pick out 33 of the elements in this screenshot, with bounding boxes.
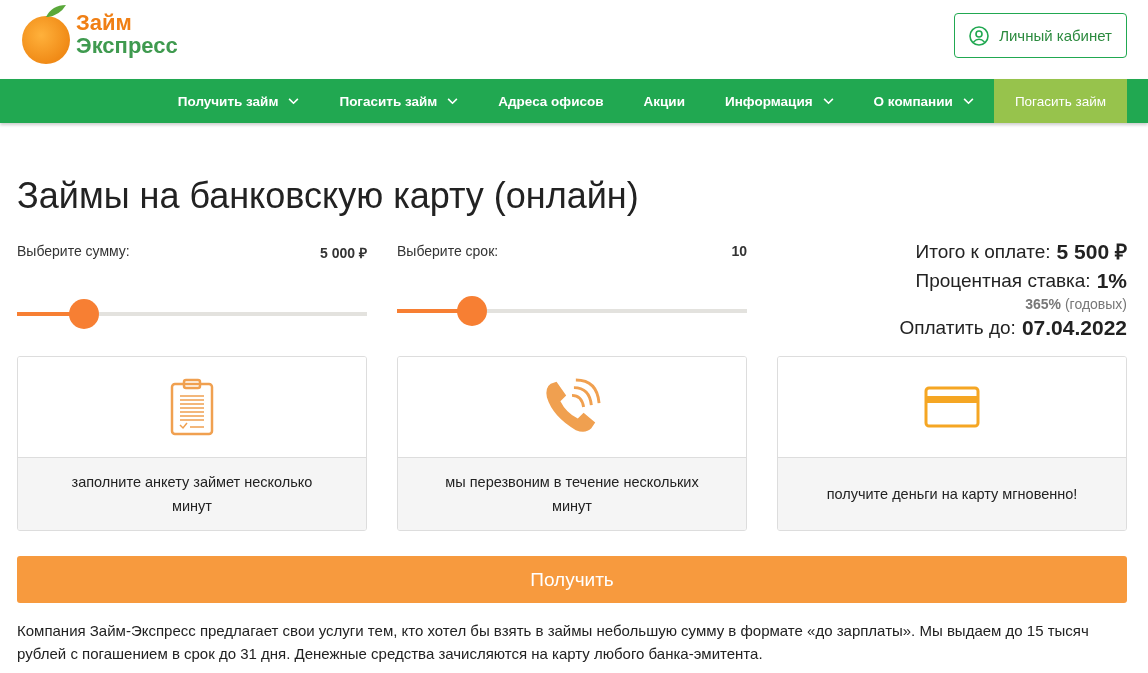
logo-text: Экспресс — [76, 33, 178, 57]
step-text: мы перезвоним в течение нескольких минут — [444, 473, 700, 516]
logo-text: Займ — [76, 10, 133, 34]
rate-label: Процентная ставка: — [915, 269, 1091, 293]
nav-item[interactable]: О компании — [853, 79, 994, 123]
slider-value: 5 000 ₽ — [320, 244, 367, 262]
nav-item[interactable]: Получить займ — [177, 79, 320, 123]
clipboard-icon — [170, 378, 214, 436]
account-button[interactable]: Личный кабинет — [954, 13, 1127, 58]
annual-rate: 365% (годовых) — [1025, 295, 1127, 313]
nav-item[interactable]: Погасить займ — [993, 79, 1127, 123]
slider[interactable] — [17, 299, 367, 329]
total-label: Итого к оплате: — [915, 240, 1051, 264]
nav-item[interactable]: Погасить займ — [319, 79, 479, 123]
nav-item[interactable]: Информация — [704, 79, 854, 123]
total-value: 5 500 ₽ — [1056, 239, 1127, 265]
slider[interactable] — [397, 296, 747, 326]
nav-item[interactable]: Акции — [623, 79, 705, 123]
step-text: заполните анкету займет несколько минут — [70, 473, 314, 516]
card-icon — [924, 386, 980, 428]
nav-item[interactable]: Адреса офисов — [478, 79, 624, 123]
slider-label: Выберите срок: — [397, 243, 499, 259]
due-label: Оплатить до: — [899, 316, 1016, 340]
slider-label: Выберите сумму: — [17, 243, 130, 261]
page-title: Займы на банковскую карту (онлайн) — [17, 174, 640, 218]
submit-button[interactable]: Получить — [17, 556, 1127, 603]
fruit-logo-icon — [22, 2, 72, 65]
rate-value: 1% — [1096, 268, 1127, 294]
description-text: Компания Займ-Экспресс предлагает свои услуги тем, кто хотел бы взять в займы небольшую сумму в формате «до зарплаты». Мы выдаем до 15 тысяч рублей с погашением в срок до 31 дня. Денежные средства зачисляются на карту любого банка-эмитента. — [17, 621, 1090, 664]
user-icon — [969, 25, 990, 46]
step-text: получите деньги на карту мгновенно! — [826, 485, 1078, 504]
slider-value: 10 — [731, 243, 747, 259]
due-date: 07.04.2022 — [1021, 315, 1127, 341]
